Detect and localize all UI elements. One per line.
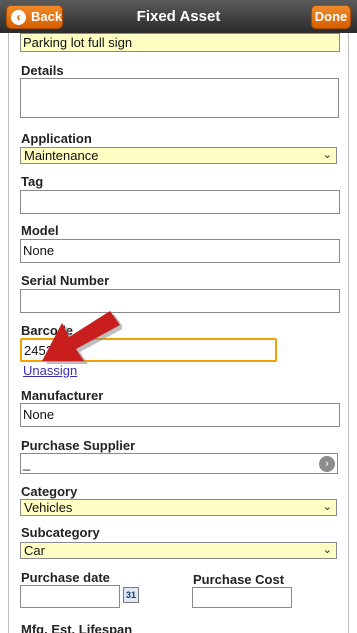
manufacturer-label: Manufacturer (21, 388, 104, 403)
chevron-down-icon: ⌄ (322, 501, 332, 513)
page-title: Fixed Asset (136, 8, 221, 25)
model-input[interactable]: None (20, 239, 340, 263)
calendar-icon[interactable]: 31 (123, 587, 139, 603)
purchase-date-input[interactable] (20, 585, 120, 608)
purchase-cost-label: Purchase Cost (193, 572, 285, 587)
purchase-date-label: Purchase date (21, 570, 110, 585)
chevron-down-icon: ⌄ (322, 149, 332, 161)
category-select-value: Vehicles (24, 500, 73, 515)
details-label: Details (21, 63, 64, 78)
details-textarea[interactable] (20, 78, 339, 118)
asset-name-field[interactable]: Parking lot full sign (20, 33, 340, 52)
tag-label: Tag (21, 174, 44, 189)
chevron-right-icon[interactable]: › (319, 456, 335, 472)
annotation-arrow-icon (42, 311, 122, 364)
application-select[interactable]: Maintenance ⌄ (20, 147, 337, 164)
serial-number-label: Serial Number (21, 273, 110, 288)
purchase-cost-input[interactable] (192, 587, 292, 608)
subcategory-label: Subcategory (21, 525, 100, 540)
purchase-supplier-value: _ (23, 456, 31, 471)
model-label: Model (21, 223, 59, 238)
category-label: Category (21, 484, 78, 499)
done-button[interactable]: Done (311, 5, 351, 29)
tag-input[interactable] (20, 190, 340, 214)
manufacturer-input[interactable]: None (20, 403, 340, 427)
unassign-link[interactable]: Unassign (23, 363, 77, 378)
top-navigation-bar: ‹ Back Fixed Asset Done (0, 0, 357, 33)
subcategory-select[interactable]: Car ⌄ (20, 542, 337, 559)
purchase-supplier-label: Purchase Supplier (21, 438, 136, 453)
application-select-value: Maintenance (24, 148, 99, 163)
chevron-down-icon: ⌄ (322, 544, 332, 556)
purchase-supplier-picker[interactable]: _ › (20, 453, 338, 474)
application-label: Application (21, 131, 92, 146)
mfg-lifespan-label: Mfg. Est. Lifespan (21, 622, 133, 633)
subcategory-select-value: Car (24, 543, 45, 558)
category-select[interactable]: Vehicles ⌄ (20, 499, 337, 516)
